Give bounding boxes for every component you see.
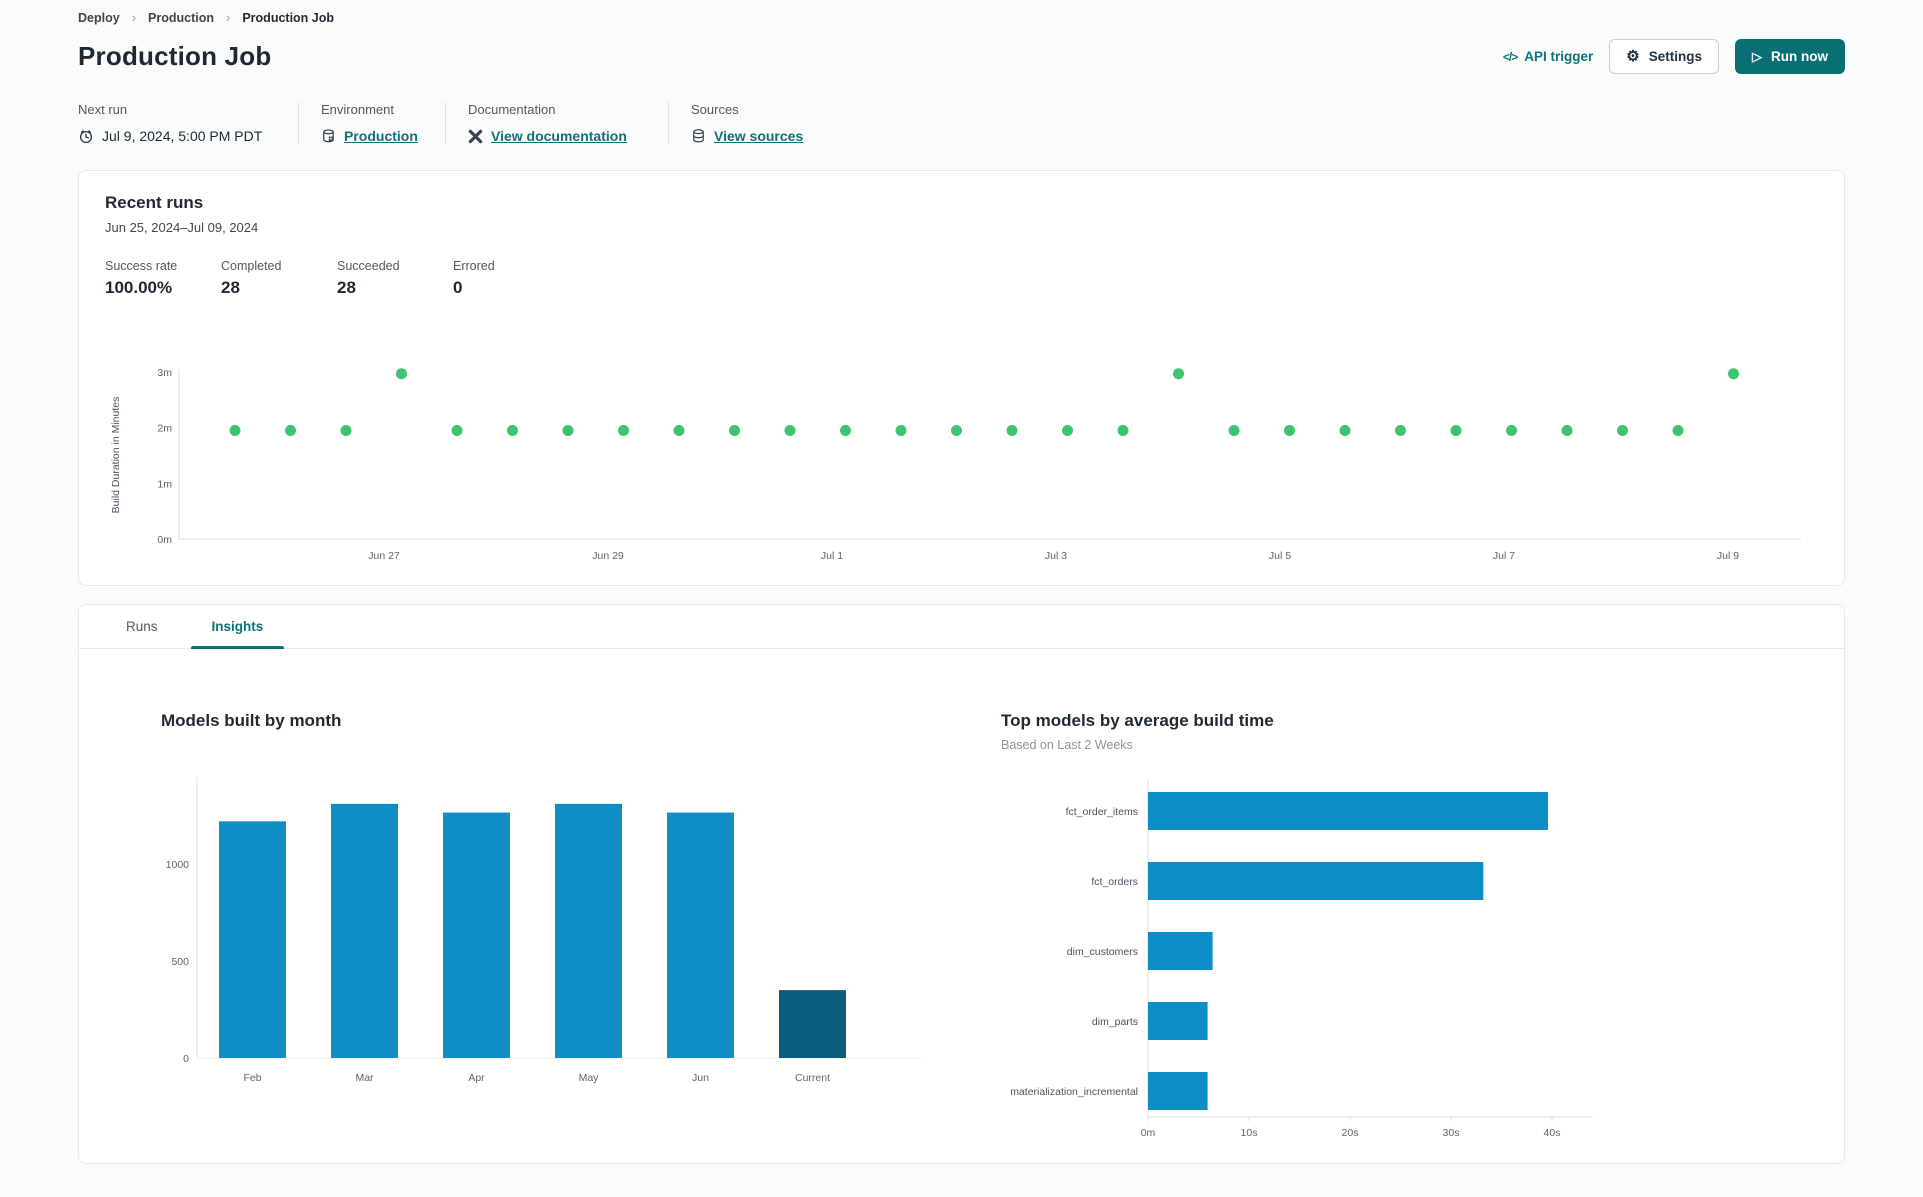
build-duration-scatter-svg: 0m 1m 2m 3m Jun 27 Jun 29 Jul 1 Jul 3 Jul 5 Jul 7… xyxy=(110,367,1801,562)
top-models-subtitle: Based on Last 2 Weeks xyxy=(1001,738,1133,752)
svg-text:0: 0 xyxy=(183,1053,189,1065)
svg-text:2m: 2m xyxy=(157,423,172,435)
recent-runs-date-range: Jun 25, 2024–Jul 09, 2024 xyxy=(105,220,259,235)
settings-label: Settings xyxy=(1648,49,1702,64)
documentation-label: Documentation xyxy=(468,102,556,117)
svg-text:fct_orders: fct_orders xyxy=(1091,876,1138,888)
build-duration-chart: 0m 1m 2m 3m Jun 27 Jun 29 Jul 1 Jul 3 Jul 5 Jul 7… xyxy=(105,320,1818,577)
documentation-column: Documentation View documentation xyxy=(468,102,646,144)
chevron-right-icon: › xyxy=(226,10,231,25)
breadcrumb-production-job: Production Job xyxy=(242,10,335,25)
next-run-label: Next run xyxy=(78,102,128,117)
tab-runs[interactable]: Runs xyxy=(99,605,185,648)
tab-bar: Runs Insights xyxy=(79,605,1844,649)
recent-runs-card: Recent runs Jun 25, 2024–Jul 09, 2024 Su… xyxy=(78,170,1845,586)
tab-insights[interactable]: Insights xyxy=(185,605,291,649)
page-header: Production Job </> API trigger ⚙ Setting… xyxy=(78,39,1845,74)
gear-icon: ⚙ xyxy=(1626,48,1640,65)
svg-text:Jun 29: Jun 29 xyxy=(592,550,624,562)
svg-text:materialization_incremental: materialization_incremental xyxy=(1010,1086,1138,1098)
svg-text:Feb: Feb xyxy=(243,1072,261,1084)
svg-text:30s: 30s xyxy=(1443,1127,1460,1139)
view-documentation-link[interactable]: View documentation xyxy=(491,128,627,144)
api-trigger-label: API trigger xyxy=(1524,49,1594,64)
svg-text:May: May xyxy=(579,1072,600,1084)
svg-text:20s: 20s xyxy=(1342,1127,1359,1139)
breadcrumb: Deploy › Production › Production Job xyxy=(78,6,1845,25)
stat-completed: Completed 28 xyxy=(221,259,282,297)
svg-text:Build Duration in Minutes: Build Duration in Minutes xyxy=(110,397,122,514)
dbt-docs-icon xyxy=(468,129,483,144)
svg-text:Jul 5: Jul 5 xyxy=(1269,550,1291,562)
breadcrumb-deploy[interactable]: Deploy xyxy=(78,11,120,25)
header-actions: </> API trigger ⚙ Settings ▷ Run now xyxy=(1503,39,1845,74)
environment-link[interactable]: Production xyxy=(344,128,418,144)
top-models-svg: 0m 10s 20s 30s 40s fct_order_items fct_ordersd… xyxy=(1010,780,1593,1139)
svg-text:3m: 3m xyxy=(157,367,172,379)
divider xyxy=(298,102,299,144)
svg-text:Mar: Mar xyxy=(355,1072,374,1084)
environment-label: Environment xyxy=(321,102,394,117)
play-icon: ▷ xyxy=(1752,49,1762,64)
api-trigger-link[interactable]: </> API trigger xyxy=(1503,49,1593,64)
environment-database-icon xyxy=(321,128,336,144)
insights-panel: Models built by month 0 500 1000 Feb Mar Apr M… xyxy=(79,649,1844,1157)
breadcrumb-production[interactable]: Production xyxy=(148,11,214,25)
run-now-label: Run now xyxy=(1771,49,1828,64)
environment-column: Environment Production xyxy=(321,102,423,144)
job-meta-row: Next run Jul 9, 2024, 5:00 PM PDT Enviro… xyxy=(78,102,1845,144)
chevron-right-icon: › xyxy=(131,10,137,25)
stat-success-rate: Success rate 100.00% xyxy=(105,259,178,297)
svg-text:0m: 0m xyxy=(1141,1127,1156,1139)
next-run-value: Jul 9, 2024, 5:00 PM PDT xyxy=(102,128,263,144)
svg-text:500: 500 xyxy=(171,956,189,968)
stat-errored: Errored 0 xyxy=(453,259,495,297)
svg-text:Jul 9: Jul 9 xyxy=(1717,550,1739,562)
run-now-button[interactable]: ▷ Run now xyxy=(1735,39,1845,74)
svg-text:dim_parts: dim_parts xyxy=(1092,1016,1138,1028)
svg-text:Jul 1: Jul 1 xyxy=(821,550,843,562)
top-models-block: Top models by average build time Based o… xyxy=(1001,711,1661,1157)
alarm-clock-icon xyxy=(78,128,94,144)
next-run-column: Next run Jul 9, 2024, 5:00 PM PDT xyxy=(78,102,276,144)
sources-column: Sources View sources xyxy=(691,102,803,144)
svg-text:dim_customers: dim_customers xyxy=(1067,946,1138,958)
stat-succeeded: Succeeded 28 xyxy=(337,259,400,297)
svg-text:fct_order_items: fct_order_items xyxy=(1066,806,1138,818)
svg-text:Jun 27: Jun 27 xyxy=(368,550,400,562)
svg-text:Apr: Apr xyxy=(468,1072,485,1084)
svg-text:Current: Current xyxy=(795,1072,830,1084)
runs-insights-card: Runs Insights Models built by month 0 500… xyxy=(78,604,1845,1164)
production-job-page: Deploy › Production › Production Job Pro… xyxy=(0,0,1923,1164)
code-icon: </> xyxy=(1502,49,1518,64)
recent-runs-stats: Success rate 100.00% Completed 28 Succee… xyxy=(105,259,1818,298)
top-models-title: Top models by average build time xyxy=(1001,711,1274,730)
models-built-by-month-block: Models built by month 0 500 1000 Feb Mar Apr M… xyxy=(161,711,943,1157)
svg-text:10s: 10s xyxy=(1241,1127,1258,1139)
settings-button[interactable]: ⚙ Settings xyxy=(1609,39,1719,74)
models-built-by-month-svg: 0 500 1000 Feb Mar Apr May Jun Current xyxy=(166,777,921,1084)
svg-text:1m: 1m xyxy=(157,478,172,490)
view-sources-link[interactable]: View sources xyxy=(714,128,803,144)
models-built-by-month-title: Models built by month xyxy=(161,711,342,730)
divider xyxy=(668,102,669,144)
svg-text:1000: 1000 xyxy=(166,859,190,871)
svg-text:Jul 3: Jul 3 xyxy=(1045,550,1067,562)
database-icon xyxy=(691,128,706,144)
svg-text:Jul 7: Jul 7 xyxy=(1493,550,1515,562)
recent-runs-title: Recent runs xyxy=(105,193,204,212)
sources-label: Sources xyxy=(691,102,739,117)
svg-text:Jun: Jun xyxy=(692,1072,709,1084)
divider xyxy=(445,102,446,144)
svg-text:40s: 40s xyxy=(1544,1127,1561,1139)
svg-text:0m: 0m xyxy=(157,534,172,546)
page-title: Production Job xyxy=(78,41,272,71)
